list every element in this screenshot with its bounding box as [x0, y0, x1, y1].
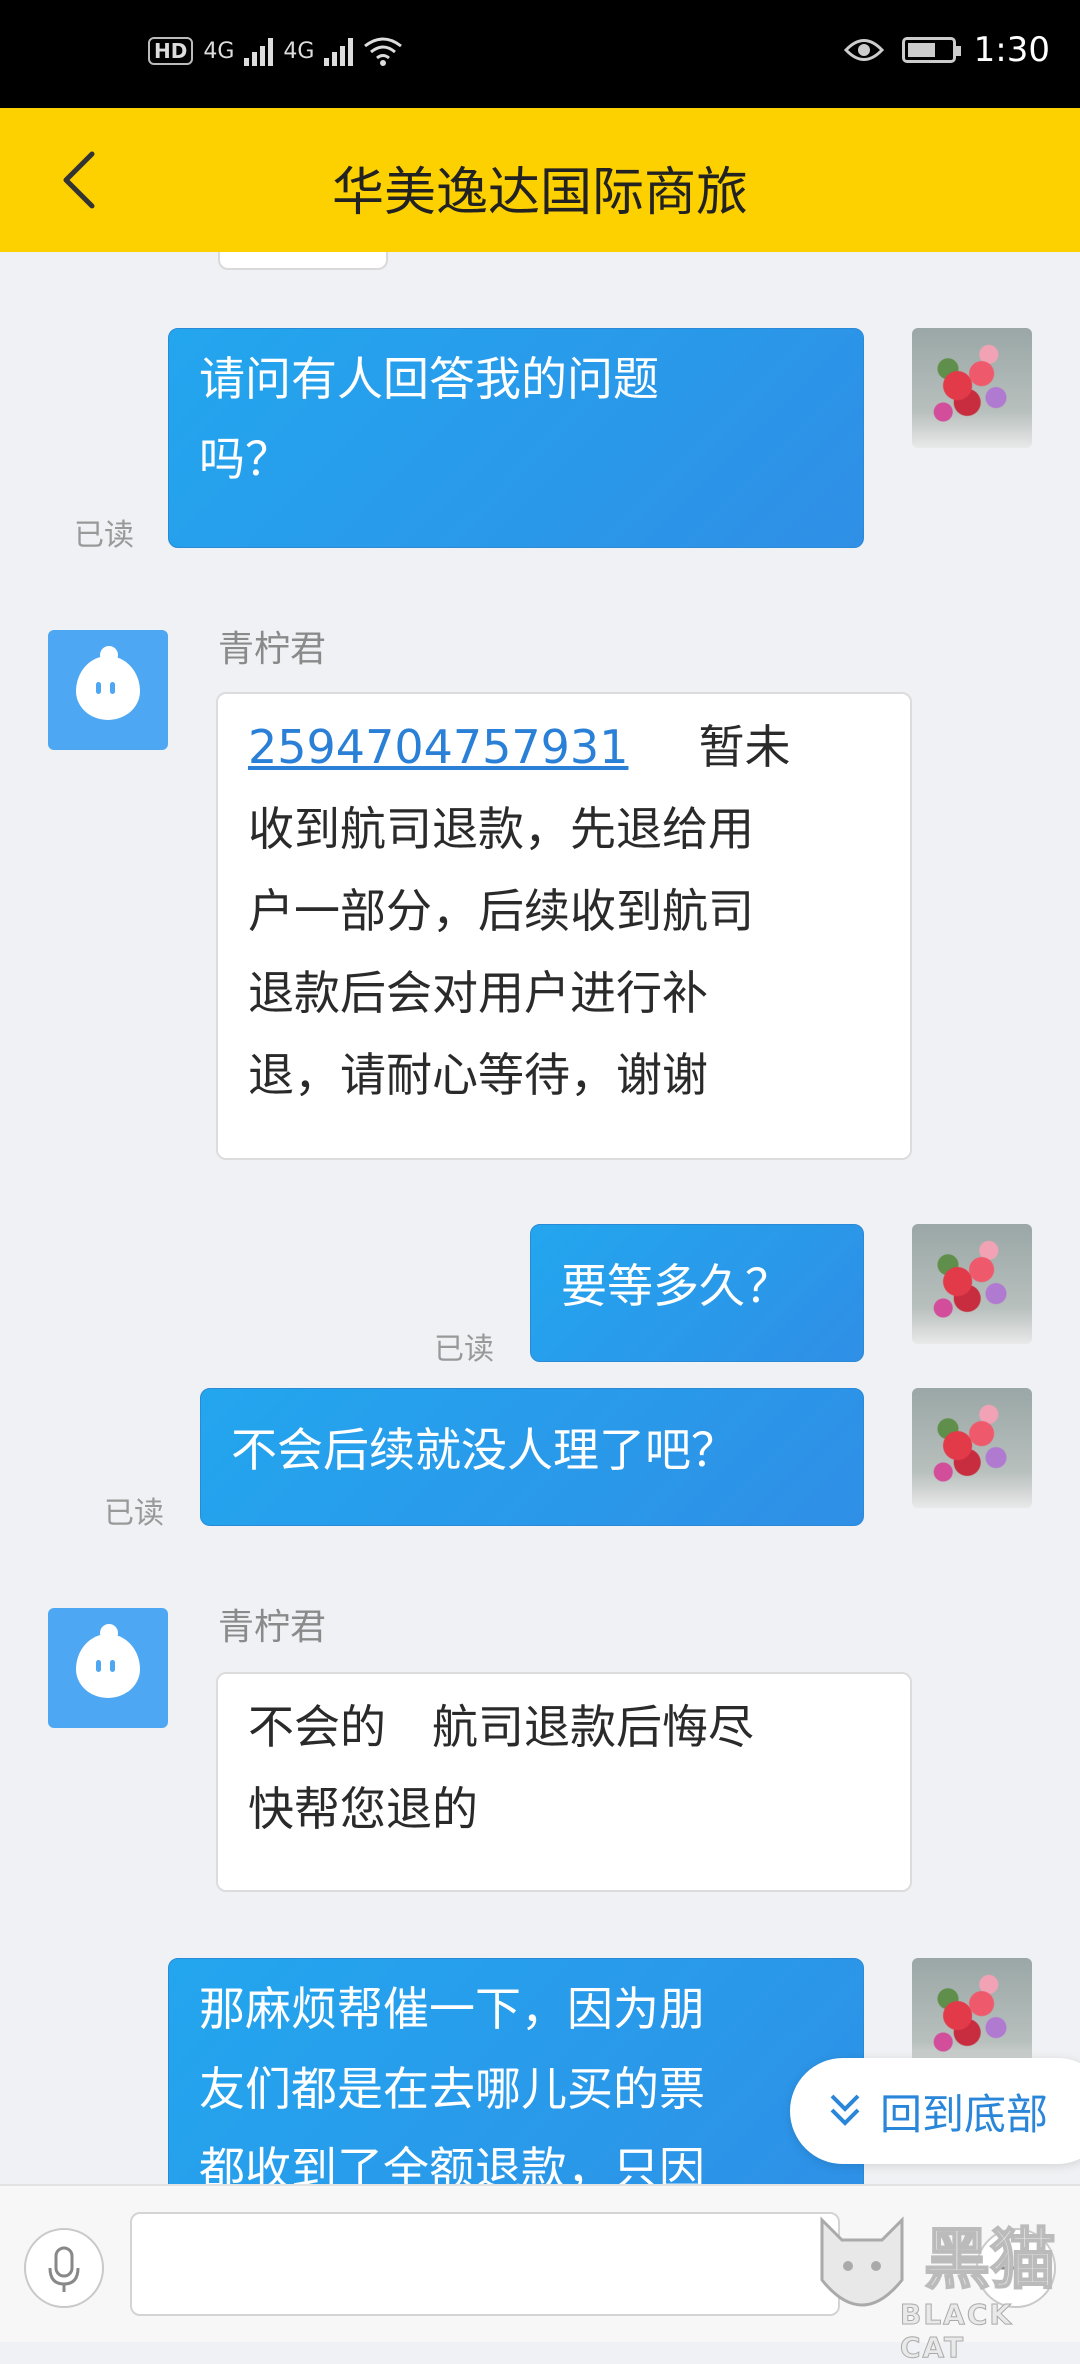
signal-icon [244, 36, 274, 66]
bot-avatar[interactable] [48, 1608, 168, 1728]
eye-icon [843, 39, 884, 61]
cat-shield-logo [820, 2216, 904, 2307]
message-line: 吗？ [199, 432, 291, 486]
message-line: 都收到了全额退款，只因 [199, 2142, 705, 2184]
signal-icon-2 [324, 36, 354, 66]
order-number-link[interactable]: 2594704757931 [248, 720, 628, 774]
message-line: 收到航司退款，先退给用 [248, 802, 754, 856]
status-bar-left: HD 4G 4G [148, 36, 403, 66]
message-text: 暂未 [698, 720, 791, 774]
read-status: 已读 [104, 1496, 164, 1531]
read-status: 已读 [74, 518, 134, 553]
battery-icon [901, 37, 961, 63]
message-line: 友们都是在去哪儿买的票 [199, 2062, 705, 2116]
message-line: 不会后续就没人理了吧？ [231, 1423, 737, 1477]
message-bubble-incoming[interactable]: 2594704757931 暂未 收到航司退款，先退给用 户一部分，后续收到航司 … [216, 692, 912, 1160]
back-to-bottom-button[interactable]: 回到底部 [790, 2058, 1080, 2164]
message-line: 不会的 航司退款后悔尽 [248, 1700, 754, 1754]
bot-face-icon [76, 656, 140, 720]
user-avatar[interactable] [912, 1224, 1032, 1344]
message-line: 请问有人回答我的问题 [199, 352, 659, 406]
message-line: 户一部分，后续收到航司 [248, 884, 754, 938]
user-avatar[interactable] [912, 1388, 1032, 1508]
message-bubble-incoming[interactable]: 不会的 航司退款后悔尽 快帮您退的 [216, 1672, 912, 1892]
read-status: 已读 [434, 1332, 494, 1367]
net2-label: 4G [283, 38, 315, 64]
message-bubble-outgoing[interactable]: 请问有人回答我的问题 吗？ [168, 328, 864, 548]
voice-button[interactable] [24, 2228, 104, 2308]
wifi-icon [364, 37, 403, 66]
net1-label: 4G [203, 38, 235, 64]
back-to-bottom-label: 回到底部 [880, 2089, 1049, 2139]
status-bar-right: 1:30 [843, 30, 1050, 70]
user-avatar[interactable] [912, 328, 1032, 448]
previous-message-edge [218, 252, 388, 270]
status-bar: HD 4G 4G 1:30 [0, 0, 1080, 108]
bot-face-icon [76, 1634, 140, 1698]
message-line: 要等多久？ [561, 1259, 791, 1313]
sender-name: 青柠君 [218, 1607, 327, 1648]
message-line: 退，请耐心等待，谢谢 [248, 1048, 708, 1102]
chat-header: 华美逸达国际商旅 [0, 108, 1080, 252]
chat-area[interactable]: 请问有人回答我的问题 吗？ 已读 青柠君 2594704757931 暂未 收到航… [0, 252, 1080, 2184]
hd-icon: HD [148, 37, 194, 65]
message-line: 那麻烦帮催一下，因为朋 [199, 1982, 705, 2036]
watermark-cn: 黑猫 [923, 2220, 1057, 2299]
sender-name: 青柠君 [218, 629, 327, 670]
message-bubble-outgoing[interactable]: 不会后续就没人理了吧？ [200, 1388, 864, 1526]
message-line: 快帮您退的 [248, 1782, 478, 1836]
microphone-icon [48, 2246, 80, 2292]
black-cat-watermark: 黑猫 BLACK CAT [812, 2206, 1080, 2364]
message-line: 退款后会对用户进行补 [248, 966, 708, 1020]
message-bubble-outgoing[interactable]: 那麻烦帮催一下，因为朋 友们都是在去哪儿买的票 都收到了全额退款，只因 [168, 1958, 864, 2184]
message-bubble-outgoing[interactable]: 要等多久？ [530, 1224, 864, 1362]
message-line: 2594704757931 暂未 [248, 706, 880, 788]
battery-level [907, 43, 935, 57]
page-title: 华美逸达国际商旅 [331, 163, 748, 223]
bot-avatar[interactable] [48, 630, 168, 750]
message-input[interactable] [130, 2212, 840, 2316]
watermark-en: BLACK CAT [900, 2298, 1014, 2364]
clock: 1:30 [973, 30, 1050, 70]
double-chevron-down-icon [830, 2094, 860, 2126]
